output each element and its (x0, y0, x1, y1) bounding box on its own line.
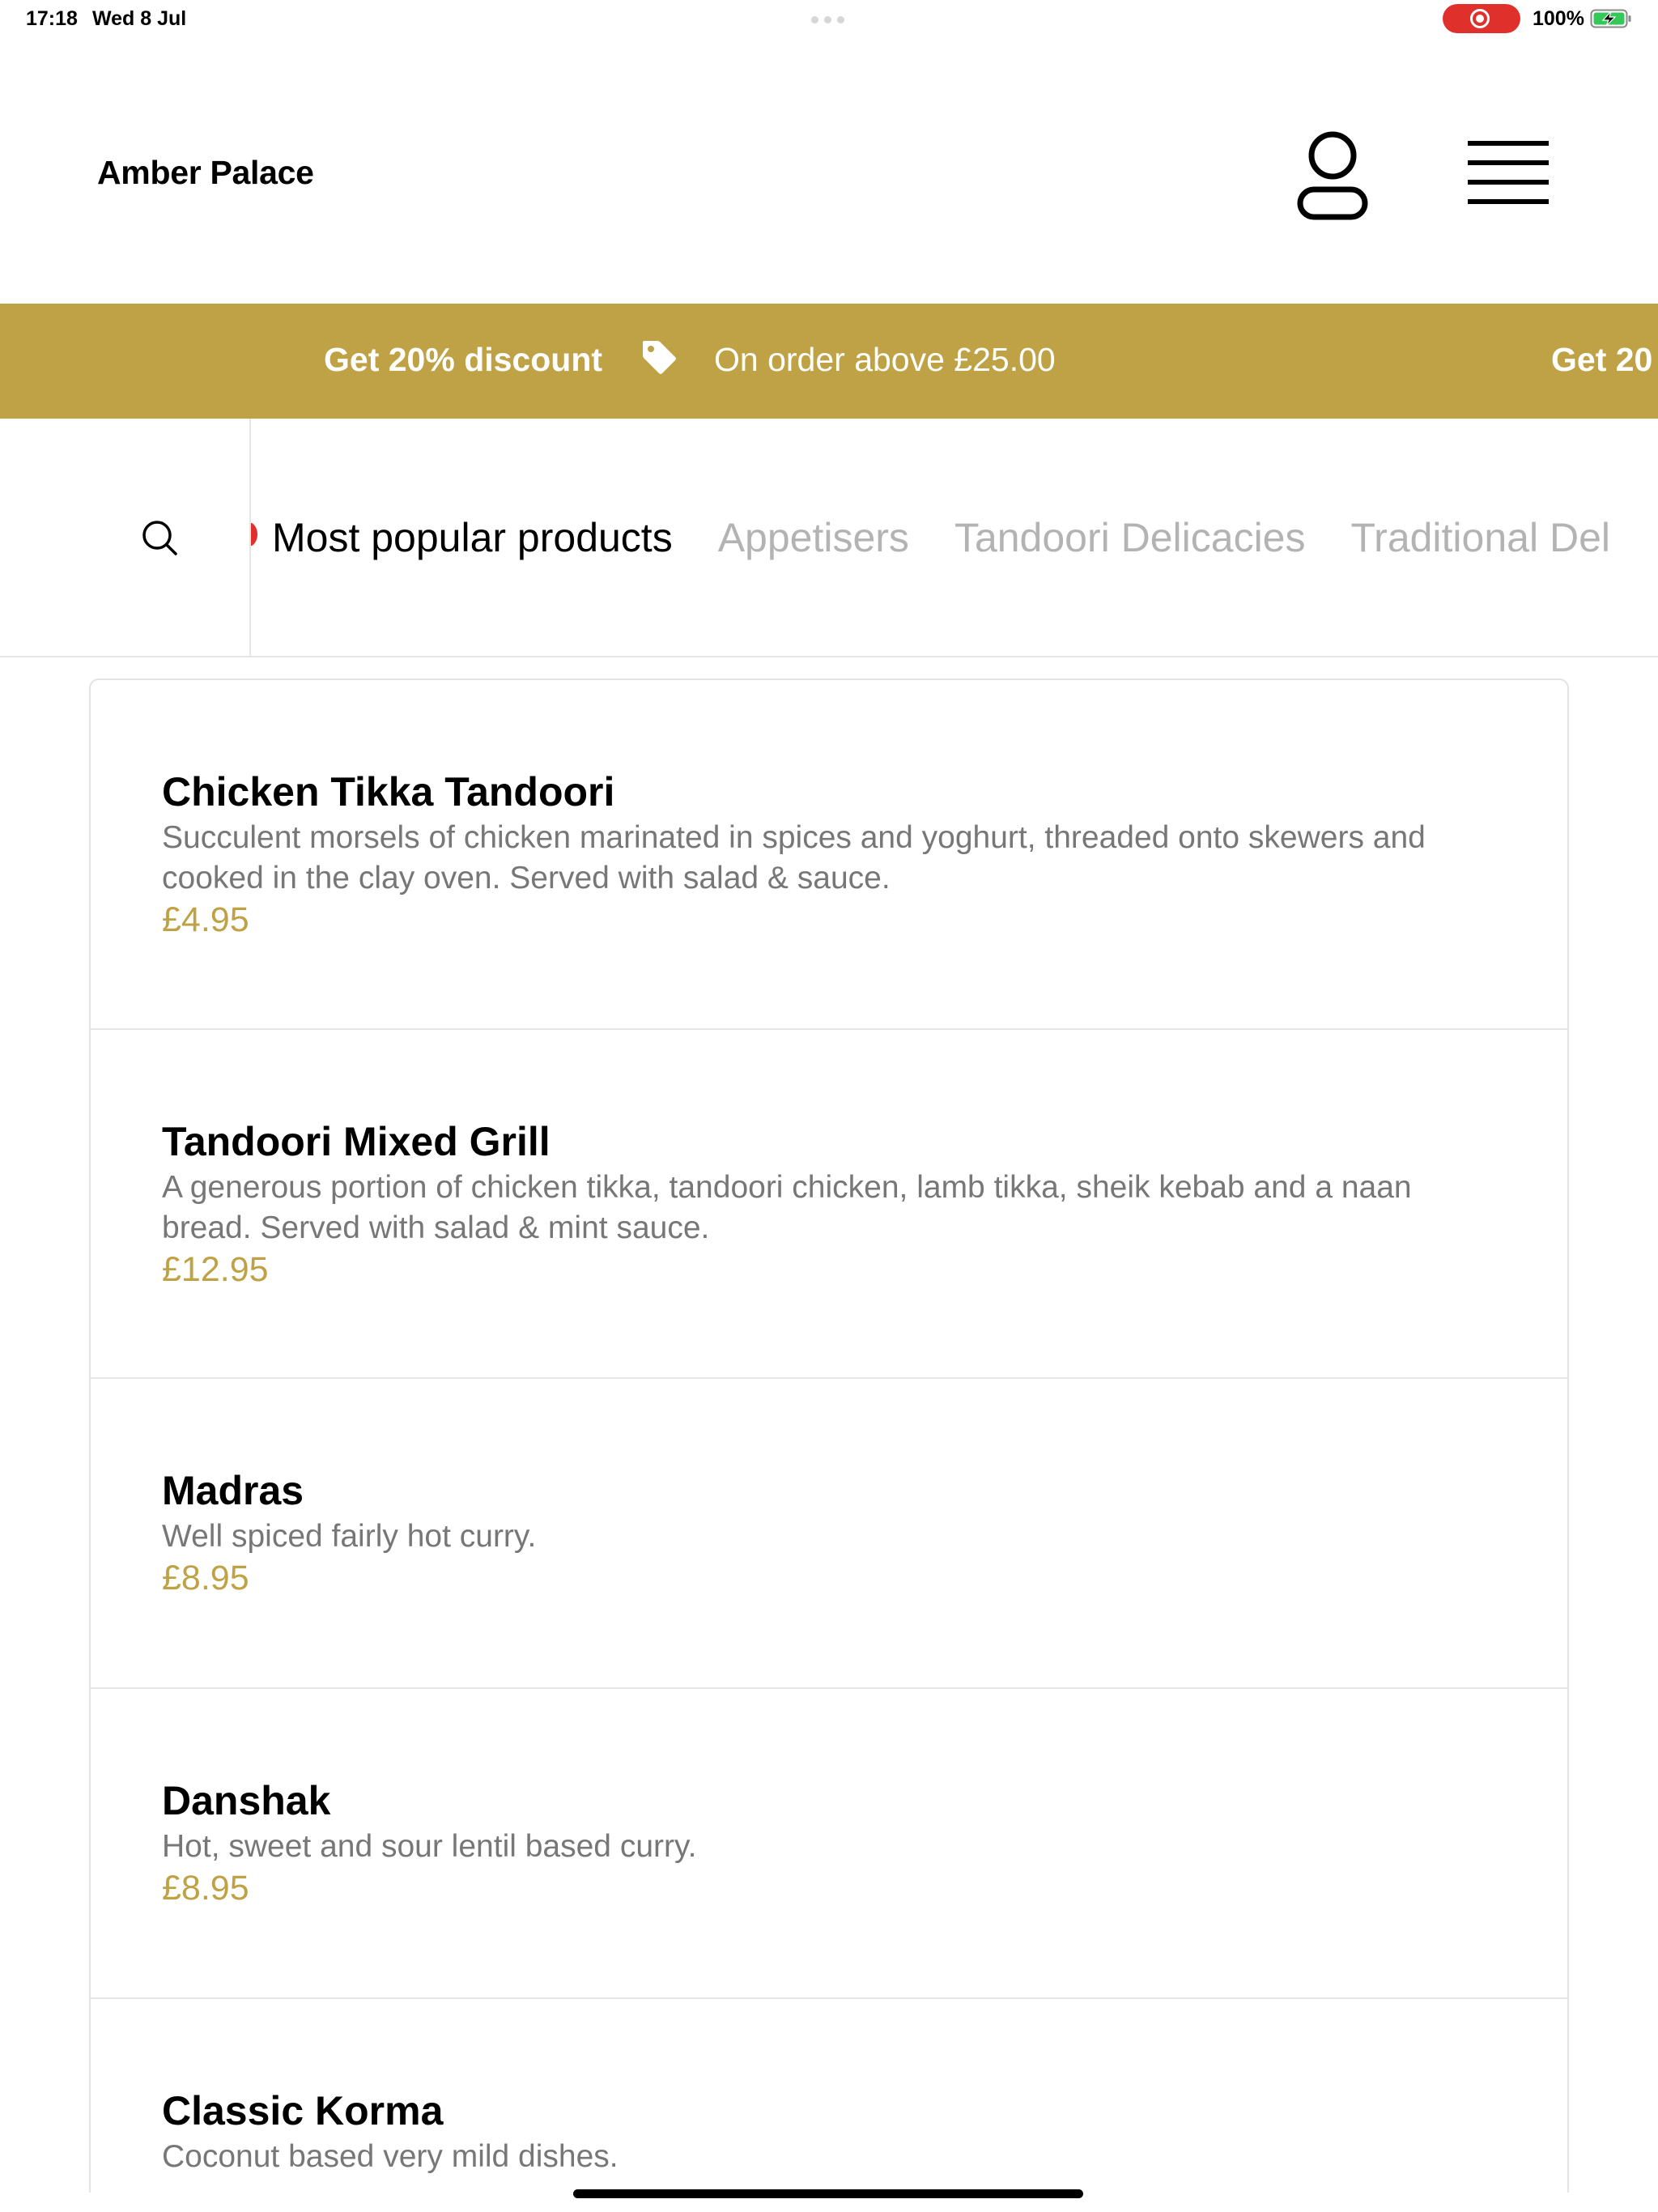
status-bar: 17:18 Wed 8 Jul 100% (0, 0, 1658, 39)
multitasking-dots-icon[interactable] (811, 16, 844, 23)
tab-appetisers[interactable]: Appetisers (718, 514, 909, 561)
product-price: £8.95 (162, 1869, 249, 1908)
product-price: £12.95 (162, 1250, 269, 1289)
app-header: Amber Palace (0, 39, 1658, 304)
product-description-line: A generous portion of chicken tikka, tan… (162, 1170, 1412, 1205)
product-name: Classic Korma (162, 2088, 444, 2133)
hamburger-menu-icon[interactable] (1464, 134, 1553, 215)
tag-icon (643, 341, 676, 374)
product-description-line: cooked in the clay oven. Served with sal… (162, 861, 891, 895)
product-description: Coconut based very mild dishes. (162, 2139, 619, 2174)
list-item[interactable]: Chicken Tikka Tandoori Succulent morsels… (91, 680, 1567, 1030)
list-item[interactable]: Madras Well spiced fairly hot curry. £8.… (91, 1379, 1567, 1689)
battery-percentage: 100% (1533, 7, 1584, 30)
status-date: Wed 8 Jul (92, 7, 187, 30)
record-icon (1470, 9, 1490, 28)
tab-most-popular-products[interactable]: Most popular products (272, 514, 673, 561)
user-icon[interactable] (1294, 128, 1371, 225)
category-tabs: Most popular products Appetisers Tandoor… (272, 514, 1610, 561)
product-description: Succulent morsels of chicken marinated i… (162, 818, 1496, 899)
search-icon (142, 521, 177, 555)
product-name: Danshak (162, 1778, 331, 1823)
home-indicator[interactable] (573, 2189, 1083, 2198)
product-description-line: Succulent morsels of chicken marinated i… (162, 820, 1426, 855)
product-description: A generous portion of chicken tikka, tan… (162, 1168, 1496, 1249)
product-description-line: bread. Served with salad & mint sauce. (162, 1210, 710, 1245)
restaurant-name[interactable]: Amber Palace (97, 154, 314, 192)
screen-recording-indicator[interactable] (1443, 4, 1520, 33)
product-price: £8.95 (162, 1559, 249, 1597)
tab-tandoori-delicacies[interactable]: Tandoori Delicacies (954, 514, 1306, 561)
promo-subtitle: On order above £25.00 (714, 341, 1056, 378)
tab-traditional-dishes[interactable]: Traditional Del (1350, 514, 1610, 561)
list-item[interactable]: Classic Korma Coconut based very mild di… (91, 1999, 1567, 2193)
product-description: Well spiced fairly hot curry. (162, 1519, 537, 1554)
product-name: Chicken Tikka Tandoori (162, 769, 615, 815)
promo-banner: Get 20% discount On order above £25.00 G… (0, 304, 1658, 419)
list-item[interactable]: Danshak Hot, sweet and sour lentil based… (91, 1689, 1567, 1999)
category-nav: Most popular products Appetisers Tandoor… (0, 419, 1658, 657)
list-item[interactable]: Tandoori Mixed Grill A generous portion … (91, 1030, 1567, 1379)
status-time: 17:18 (26, 7, 78, 30)
battery-charging-icon (1590, 9, 1631, 28)
product-name: Madras (162, 1468, 304, 1513)
page: 17:18 Wed 8 Jul 100% Amber Palace Get 20… (0, 0, 1658, 2212)
product-list: Chicken Tikka Tandoori Succulent morsels… (89, 678, 1569, 2193)
search-button[interactable] (0, 419, 251, 656)
product-description: Hot, sweet and sour lentil based curry. (162, 1829, 697, 1864)
promo-title: Get 20% discount (324, 341, 603, 378)
product-name: Tandoori Mixed Grill (162, 1119, 551, 1164)
promo-title-repeat: Get 20 (1551, 341, 1653, 378)
product-price: £4.95 (162, 900, 249, 939)
